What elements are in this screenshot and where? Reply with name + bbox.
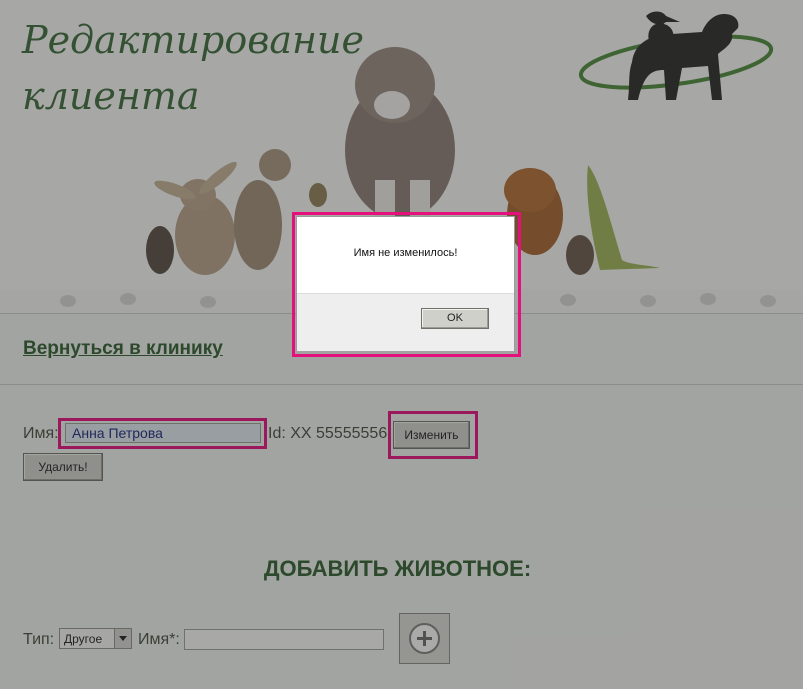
dialog-highlight xyxy=(292,212,521,357)
